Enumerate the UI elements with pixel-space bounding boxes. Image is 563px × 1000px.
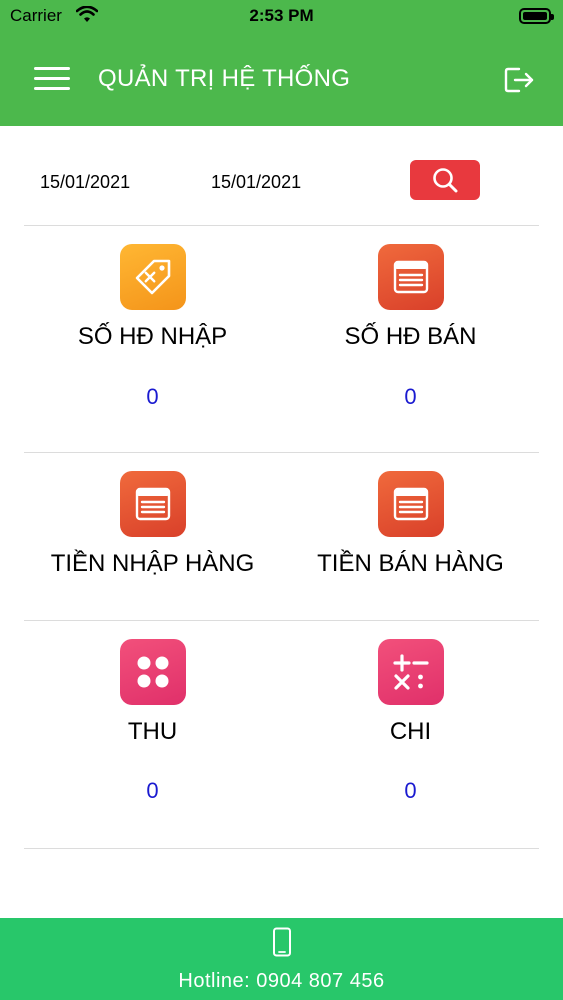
stat-value: 0 — [404, 778, 417, 803]
stat-label: SỐ HĐ BÁN — [344, 323, 477, 350]
stats-row-2: TIỀN NHẬP HÀNG TIỀN BÁN HÀNG — [24, 453, 539, 621]
stat-label: TIỀN NHẬP HÀNG — [50, 550, 255, 577]
stat-sale-invoices[interactable]: SỐ HĐ BÁN 0 — [282, 226, 539, 452]
clock: 2:53 PM — [249, 6, 314, 25]
date-filter: 15/01/2021 15/01/2021 — [24, 126, 539, 226]
hotline-text: Hotline: 0904 807 456 — [178, 970, 385, 992]
date-to-field[interactable]: 15/01/2021 — [211, 172, 301, 193]
stat-income[interactable]: THU 0 — [24, 621, 281, 848]
stat-value: 0 — [146, 384, 159, 409]
invoice-icon[interactable] — [119, 471, 186, 537]
stats-row-1: SỐ HĐ NHẬP 0 SỐ HĐ BÁN 0 — [24, 226, 539, 453]
search-button[interactable] — [410, 160, 480, 200]
stat-sale-amount[interactable]: TIỀN BÁN HÀNG — [282, 453, 539, 620]
date-from-field[interactable]: 15/01/2021 — [40, 172, 130, 193]
logout-icon[interactable] — [503, 65, 535, 95]
stat-label: TIỀN BÁN HÀNG — [317, 550, 504, 577]
stat-expense[interactable]: CHI 0 — [282, 621, 539, 848]
invoice-icon[interactable] — [377, 471, 444, 537]
stat-label: CHI — [389, 718, 432, 745]
phone-icon — [273, 927, 291, 957]
tag-icon[interactable] — [119, 244, 186, 310]
stat-value: 0 — [404, 384, 417, 409]
grid-icon[interactable] — [119, 639, 186, 705]
status-bar: Carrier 2:53 PM — [0, 0, 563, 32]
invoice-icon[interactable] — [377, 244, 444, 310]
stat-value: 0 — [146, 778, 159, 803]
stat-import-amount[interactable]: TIỀN NHẬP HÀNG — [24, 453, 281, 620]
stat-label: THU — [127, 718, 178, 745]
hamburger-menu-icon[interactable] — [34, 67, 70, 93]
stats-row-3: THU 0 CHI 0 — [24, 621, 539, 849]
nav-bar: QUẢN TRỊ HỆ THỐNG — [0, 32, 563, 126]
page-title: QUẢN TRỊ HỆ THỐNG — [98, 65, 351, 92]
footer-hotline-bar[interactable]: Hotline: 0904 807 456 — [0, 918, 563, 1000]
stat-label: SỐ HĐ NHẬP — [77, 323, 228, 350]
search-icon — [433, 168, 458, 193]
calculator-icon[interactable] — [377, 639, 444, 705]
stat-import-invoices[interactable]: SỐ HĐ NHẬP 0 — [24, 226, 281, 452]
battery-icon — [519, 8, 554, 24]
